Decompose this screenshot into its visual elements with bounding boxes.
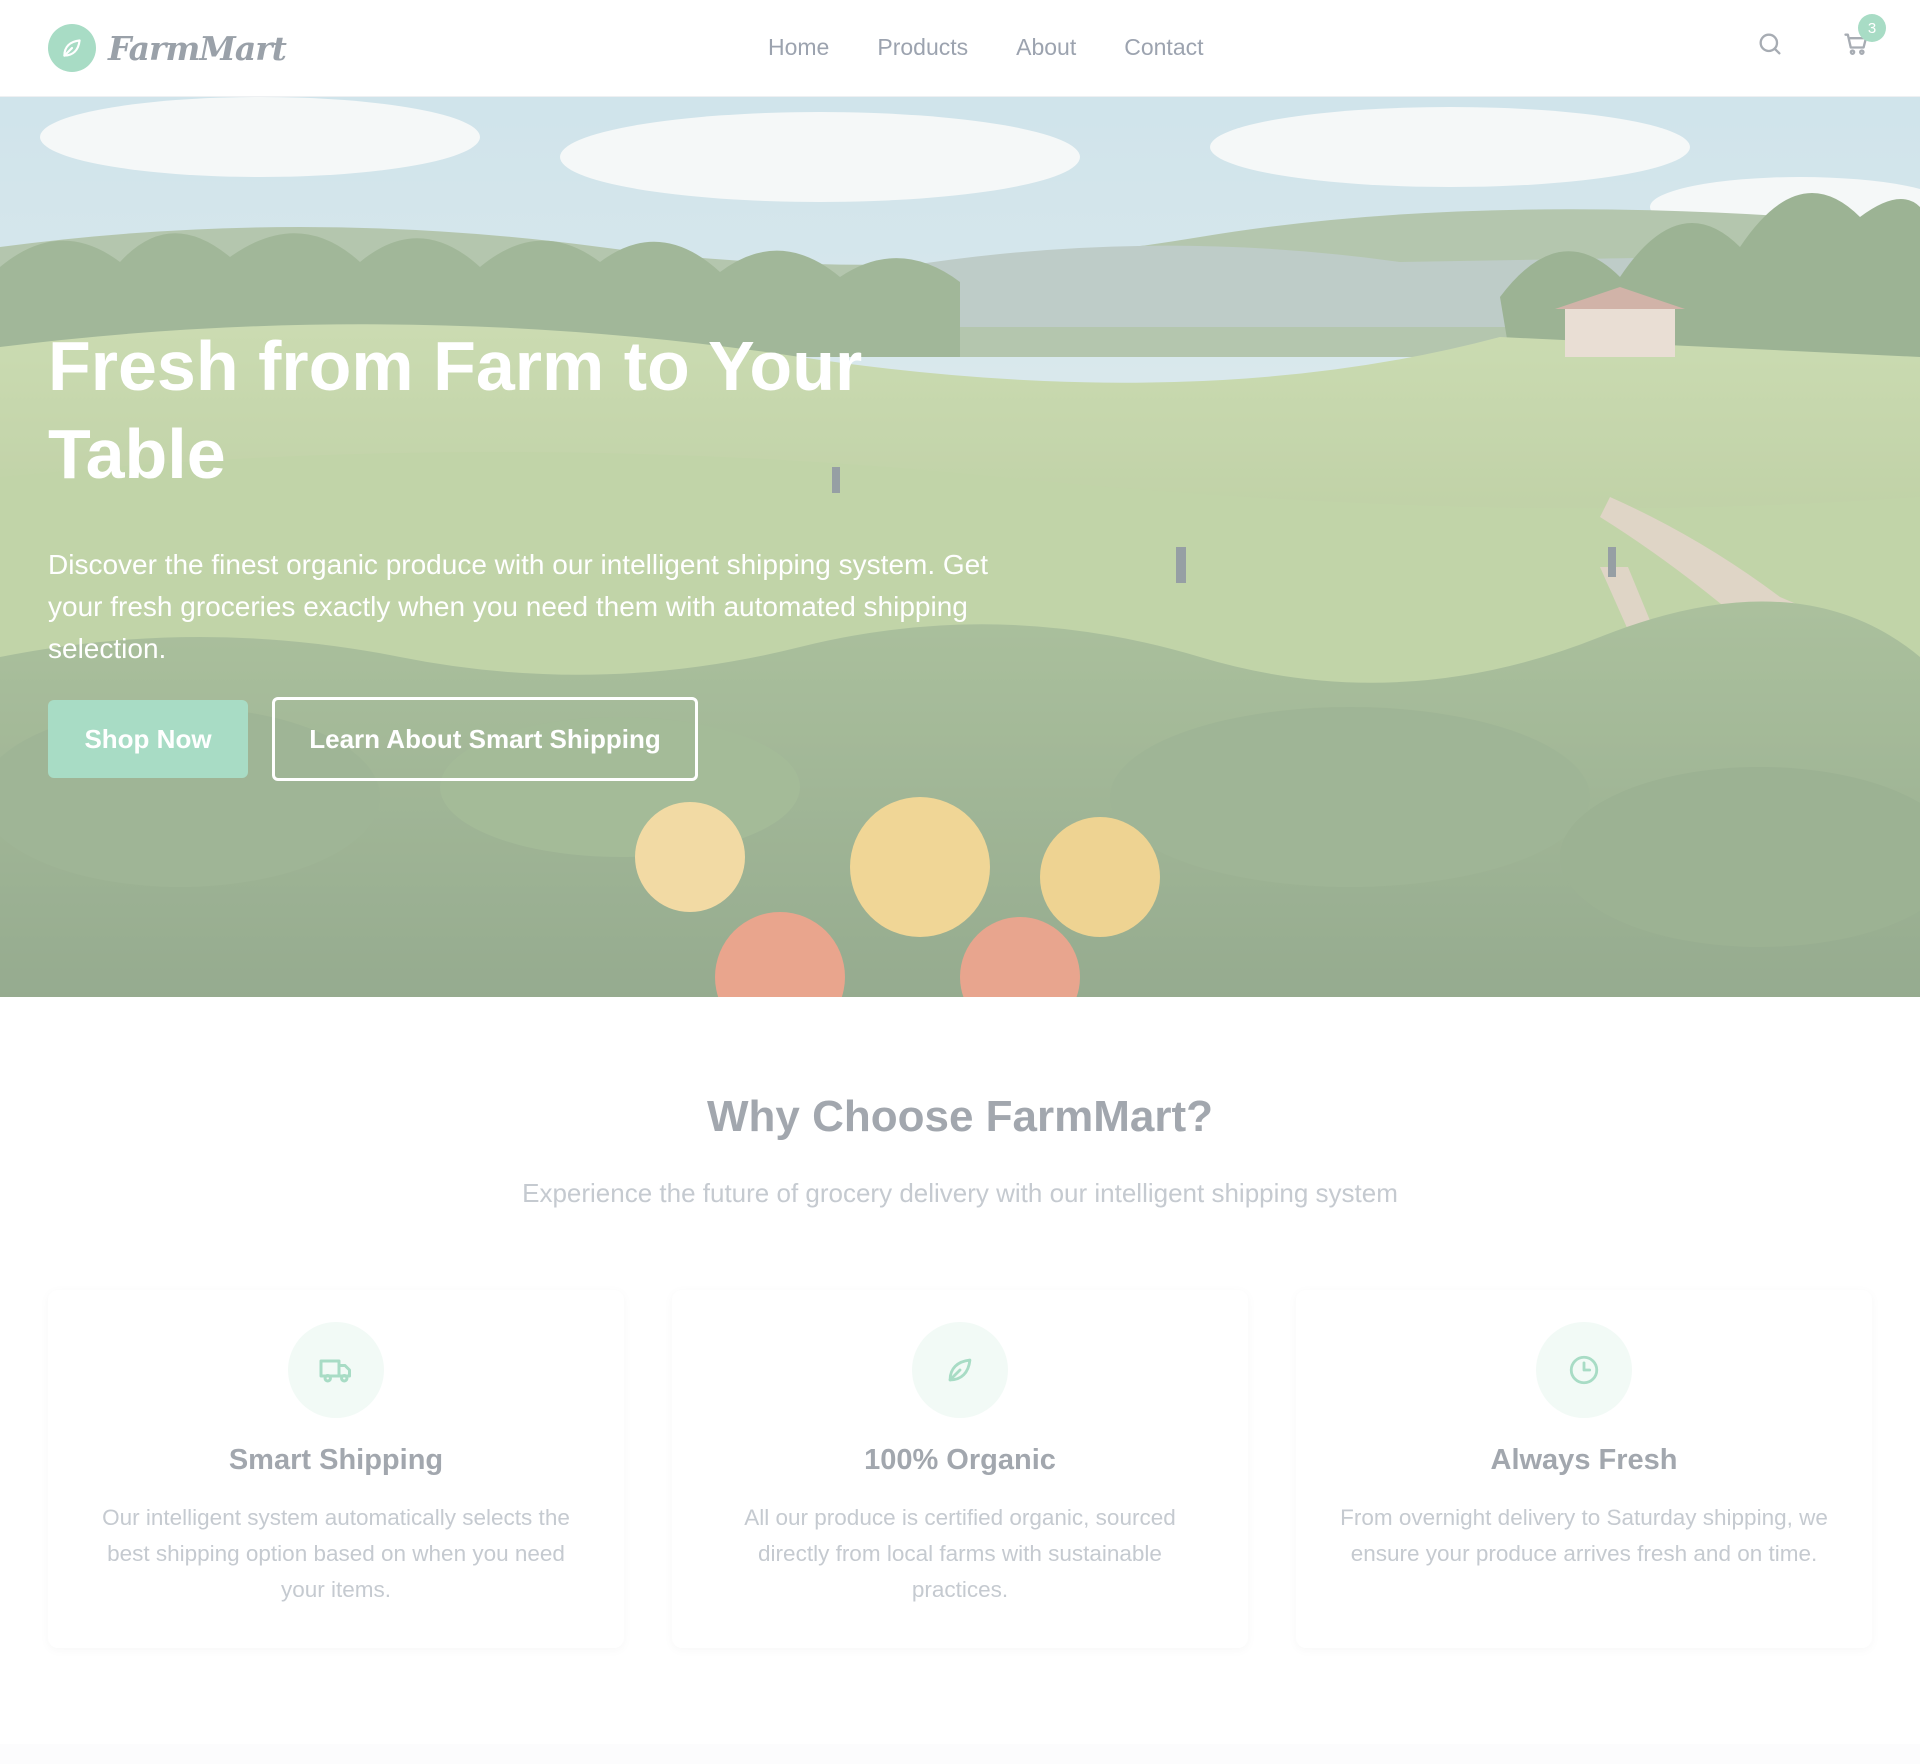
hero-subtitle: Discover the finest organic produce with… bbox=[48, 549, 989, 664]
next-section-band bbox=[0, 1744, 1920, 1764]
hero-actions: Shop Now Learn About Smart Shipping bbox=[48, 697, 698, 781]
hero-title: Fresh from Farm to Your Table bbox=[48, 327, 863, 493]
clock-icon bbox=[1536, 1322, 1632, 1418]
nav-home[interactable]: Home bbox=[768, 34, 829, 61]
cart-count-badge: 3 bbox=[1858, 14, 1886, 42]
section-subtitle: Experience the future of grocery deliver… bbox=[522, 1178, 1398, 1208]
logo[interactable]: FarmMart bbox=[48, 24, 287, 72]
feature-card-fresh: Always Fresh From overnight delivery to … bbox=[1296, 1290, 1872, 1648]
header-actions: 3 bbox=[1754, 14, 1886, 60]
section-title: Why Choose FarmMart? bbox=[706, 1092, 1214, 1141]
leaf-logo-icon bbox=[48, 24, 96, 72]
search-icon bbox=[1759, 33, 1781, 55]
hero-section: Fresh from Farm to Your Table Discover t… bbox=[0, 97, 1920, 997]
site-header: FarmMart Home Products About Contact 3 bbox=[0, 0, 1920, 97]
cart-button[interactable]: 3 bbox=[1840, 14, 1886, 60]
card-title: 100% Organic bbox=[864, 1444, 1056, 1476]
feature-card-organic: 100% Organic All our produce is certifie… bbox=[672, 1290, 1248, 1648]
leaf-icon bbox=[912, 1322, 1008, 1418]
nav-products[interactable]: Products bbox=[877, 34, 968, 61]
card-title: Always Fresh bbox=[1490, 1444, 1678, 1476]
card-title: Smart Shipping bbox=[228, 1444, 444, 1476]
feature-card-smart-shipping: Smart Shipping Our intelligent system au… bbox=[48, 1290, 624, 1648]
shop-now-button[interactable]: Shop Now bbox=[48, 700, 248, 778]
card-text: From overnight delivery to Saturday ship… bbox=[1340, 1505, 1828, 1566]
card-text: All our produce is certified organic, so… bbox=[744, 1505, 1176, 1602]
truck-icon bbox=[288, 1322, 384, 1418]
nav-contact[interactable]: Contact bbox=[1124, 34, 1203, 61]
nav-about[interactable]: About bbox=[1016, 34, 1076, 61]
main-nav: Home Products About Contact bbox=[768, 34, 1204, 61]
feature-cards: Smart Shipping Our intelligent system au… bbox=[48, 1290, 1872, 1648]
brand-name: FarmMart bbox=[108, 28, 287, 68]
search-button[interactable] bbox=[1754, 28, 1786, 60]
hero-content: Fresh from Farm to Your Table Discover t… bbox=[48, 322, 1048, 670]
card-text: Our intelligent system automatically sel… bbox=[102, 1505, 570, 1602]
learn-smart-shipping-button[interactable]: Learn About Smart Shipping bbox=[272, 697, 698, 781]
